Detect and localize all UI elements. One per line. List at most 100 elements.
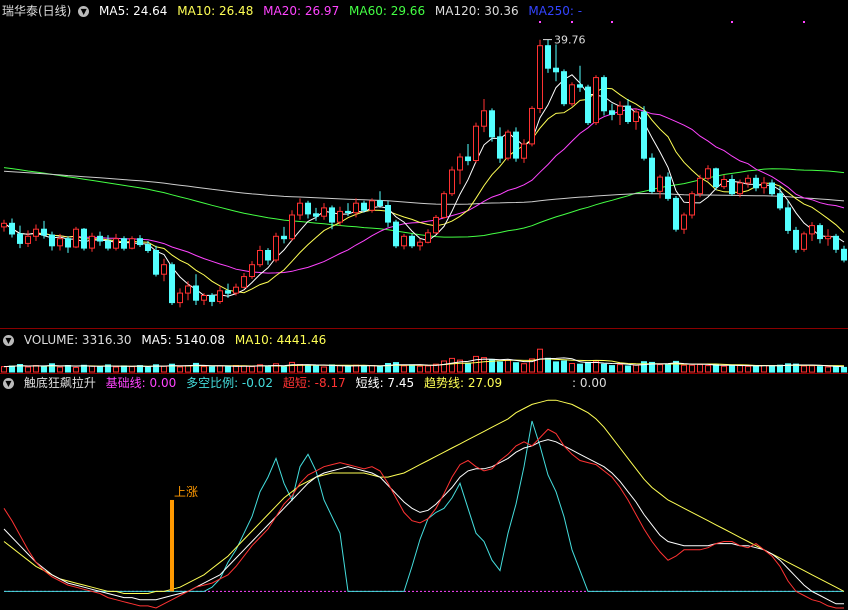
volume-bar-up: [369, 365, 375, 373]
volume-bar-down: [833, 366, 839, 373]
volume-bar-up: [801, 365, 807, 373]
volume-bar-up: [633, 364, 639, 373]
volume-bar-down: [513, 362, 519, 373]
candle-up: [249, 264, 255, 278]
candle-up: [185, 285, 191, 294]
candle-up: [761, 182, 767, 189]
candle-up: [337, 210, 343, 223]
volume-bar-down: [409, 364, 415, 373]
candle-down: [625, 105, 631, 122]
candle-up: [529, 107, 535, 145]
candle-up: [201, 295, 207, 301]
candle-up: [617, 105, 623, 115]
volume-bar-down: [625, 365, 631, 373]
candle-up: [177, 292, 183, 304]
volume-bar-up: [481, 357, 487, 373]
candle-down: [769, 182, 775, 195]
candle-down: [393, 221, 399, 247]
candle-down: [609, 110, 615, 115]
volume-bar-up: [129, 366, 135, 373]
volume-bar-down: [345, 366, 351, 373]
candle-up: [161, 264, 167, 275]
volume-bar-down: [577, 363, 583, 373]
indicator-chart[interactable]: 上涨: [0, 374, 848, 610]
volume-bar-down: [305, 364, 311, 373]
candle-up: [705, 168, 711, 179]
candle-down: [49, 234, 55, 247]
candle-down: [545, 45, 551, 69]
candle-up: [809, 225, 815, 235]
volume-bar-down: [713, 364, 719, 373]
candle-up: [433, 216, 439, 234]
rise-signal-label: 上涨: [174, 484, 198, 499]
volume-bar-down: [9, 365, 15, 373]
candle-down: [817, 225, 823, 240]
trend-line: [3, 399, 845, 594]
volume-bar-up: [657, 364, 663, 373]
candle-down: [281, 235, 287, 240]
candle-up: [425, 232, 431, 243]
volume-bar-up: [89, 365, 95, 373]
candle-up: [481, 110, 487, 127]
candle-down: [785, 207, 791, 231]
volume-bar-up: [681, 364, 687, 373]
candle-up: [449, 169, 455, 195]
candle-down: [169, 264, 175, 304]
volume-bar-down: [313, 365, 319, 373]
volume-bar-down: [465, 362, 471, 373]
candle-up: [721, 179, 727, 188]
volume-bar-up: [473, 355, 479, 373]
candle-up: [217, 290, 223, 302]
candlestick-chart[interactable]: 39.76: [0, 0, 848, 328]
volume-bar-up: [417, 365, 423, 373]
volume-bar-up: [721, 365, 727, 373]
candle-up: [233, 286, 239, 294]
price-panel: 瑞华泰(日线) ▼ MA5: 24.64 MA10: 26.48 MA20: 2…: [0, 0, 848, 328]
candle-up: [1, 222, 7, 228]
candle-down: [665, 176, 671, 199]
candle-down: [81, 228, 87, 249]
volume-bar-down: [225, 366, 231, 373]
candle-down: [209, 295, 215, 302]
volume-bar-down: [121, 365, 127, 373]
volume-bar-down: [209, 366, 215, 373]
volume-bar-down: [377, 366, 383, 373]
volume-bar-up: [617, 364, 623, 373]
volume-bar-up: [505, 360, 511, 373]
candle-down: [729, 179, 735, 195]
candle-down: [793, 229, 799, 250]
candle-down: [385, 205, 391, 223]
candle-up: [473, 125, 479, 161]
volume-bar-up: [441, 360, 447, 373]
candle-down: [65, 238, 71, 248]
candle-down: [193, 285, 199, 301]
candle-up: [33, 228, 39, 237]
volume-bar-up: [737, 365, 743, 373]
ma10-line: [3, 87, 845, 294]
volume-bar-down: [769, 365, 775, 373]
candle-up: [257, 250, 263, 266]
volume-bar-up: [761, 365, 767, 373]
volume-bar-down: [265, 365, 271, 373]
volume-bar-up: [73, 366, 79, 373]
candle-down: [561, 71, 567, 105]
candle-down: [489, 110, 495, 138]
candle-down: [513, 131, 519, 159]
volume-bar-up: [569, 363, 575, 373]
volume-bar-up: [401, 365, 407, 373]
candle-up: [689, 193, 695, 216]
candle-up: [89, 235, 95, 249]
candle-down: [833, 235, 839, 250]
candle-down: [225, 290, 231, 294]
candle-down: [137, 238, 143, 246]
volume-bar-up: [689, 364, 695, 373]
candle-up: [273, 235, 279, 261]
high-price-annotation: 39.76: [554, 34, 586, 47]
volume-bar-up: [521, 363, 527, 373]
volume-bar-up: [825, 366, 831, 373]
candle-down: [9, 222, 15, 235]
candle-down: [97, 235, 103, 242]
candle-down: [841, 248, 847, 261]
event-marker: [571, 21, 573, 23]
volume-chart[interactable]: [0, 329, 848, 373]
